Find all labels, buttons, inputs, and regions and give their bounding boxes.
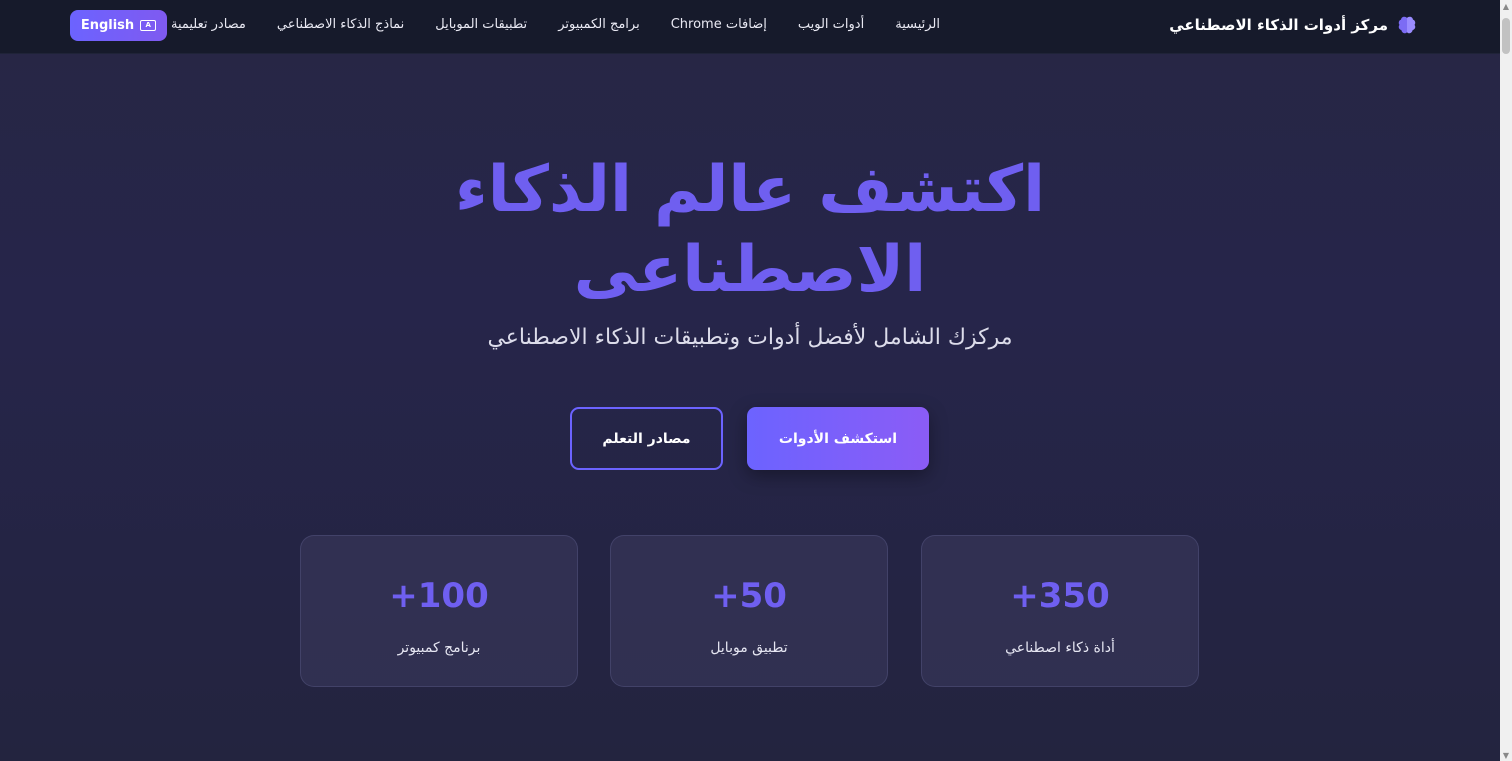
nav-link-home[interactable]: الرئيسية — [895, 17, 940, 32]
nav-link-ai-models[interactable]: نماذج الذكاء الاصطناعي — [277, 17, 404, 32]
nav-link-desktop-software[interactable]: برامج الكمبيوتر — [558, 17, 640, 32]
stat-label: أداة ذكاء اصطناعي — [1005, 640, 1115, 656]
stat-value: +350 — [1010, 576, 1110, 616]
language-label: English — [80, 18, 135, 33]
stat-card-ai-tools: +350 أداة ذكاء اصطناعي — [921, 535, 1199, 687]
language-icon: A — [140, 20, 157, 31]
stat-card-mobile-apps: +50 تطبيق موبايل — [610, 535, 888, 687]
stat-value: +50 — [711, 576, 787, 616]
brand-title: مركز أدوات الذكاء الاصطناعي — [1169, 16, 1388, 34]
language-toggle-button[interactable]: English A — [70, 10, 167, 41]
nav-links: الرئيسية أدوات الويب إضافات Chrome برامج… — [171, 17, 940, 32]
scrollbar-thumb[interactable] — [1502, 18, 1510, 54]
nav-link-mobile-apps[interactable]: تطبيقات الموبايل — [435, 17, 527, 32]
hero-title: اكتشف عالم الذكاء الاصطناعى — [454, 153, 1046, 307]
brain-icon — [1398, 16, 1416, 34]
nav-link-learning-resources[interactable]: مصادر تعليمية — [171, 17, 246, 32]
nav-link-web-tools[interactable]: أدوات الويب — [798, 17, 864, 32]
top-navbar: مركز أدوات الذكاء الاصطناعي الرئيسية أدو… — [0, 0, 1500, 54]
stat-card-desktop-software: +100 برنامج كمبيوتر — [300, 535, 578, 687]
learning-resources-button[interactable]: مصادر التعلم — [570, 407, 723, 470]
scroll-down-icon[interactable]: ▼ — [1502, 751, 1510, 760]
stat-value: +100 — [389, 576, 489, 616]
stat-label: تطبيق موبايل — [710, 640, 788, 656]
scrollbar[interactable]: ▲ ▼ — [1500, 0, 1512, 761]
scroll-up-icon[interactable]: ▲ — [1502, 2, 1510, 11]
hero-subtitle: مركزك الشامل لأفضل أدوات وتطبيقات الذكاء… — [487, 325, 1013, 350]
explore-tools-button[interactable]: استكشف الأدوات — [747, 407, 929, 470]
brand[interactable]: مركز أدوات الذكاء الاصطناعي — [1169, 14, 1418, 36]
stat-label: برنامج كمبيوتر — [397, 640, 481, 656]
nav-link-chrome-extensions[interactable]: إضافات Chrome — [671, 17, 767, 32]
